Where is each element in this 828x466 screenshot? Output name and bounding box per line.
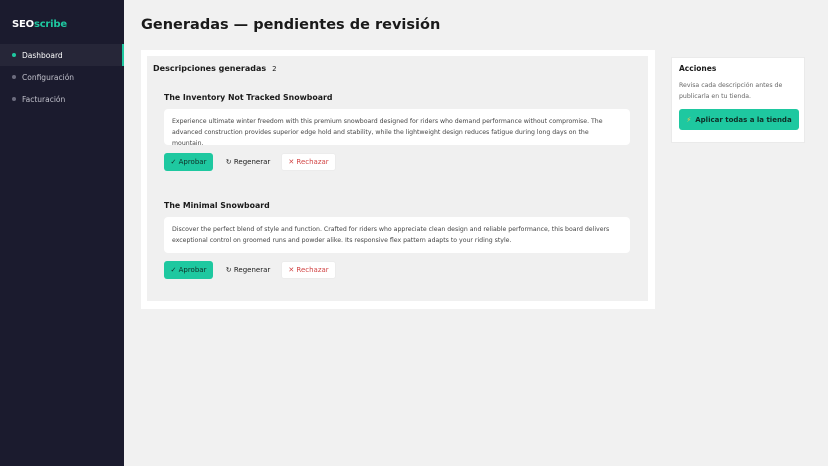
product-title: The Inventory Not Tracked Snowboard: [164, 93, 333, 102]
sidebar-item-label: Facturación: [22, 94, 66, 104]
sidebar-item-configuracion[interactable]: Configuración: [0, 66, 124, 88]
product-title: The Minimal Snowboard: [164, 201, 270, 210]
apply-all-button[interactable]: ⚡ Aplicar todas a la tienda: [679, 109, 799, 130]
logo-accent: scribe: [33, 19, 67, 30]
approve-button[interactable]: ✓ Aprobar: [164, 153, 213, 171]
reject-button[interactable]: ✕ Rechazar: [281, 153, 336, 171]
nav-dot-icon: [12, 97, 16, 101]
sidebar: SEOscribe Dashboard Configuración Factur…: [0, 0, 124, 466]
sidebar-item-facturacion[interactable]: Facturación: [0, 88, 124, 110]
actions-help-text: Revisa cada descripción antes de publica…: [679, 82, 783, 100]
logo-primary: SEO: [12, 19, 34, 30]
sidebar-item-label: Configuración: [22, 72, 75, 82]
app-logo[interactable]: SEOscribe: [12, 19, 67, 30]
regenerate-button[interactable]: ↻ Regenerar: [224, 261, 272, 279]
nav-dot-icon: [12, 53, 16, 57]
approve-button[interactable]: ✓ Aprobar: [164, 261, 213, 279]
sidebar-item-dashboard[interactable]: Dashboard: [0, 44, 124, 66]
section-title-text: Descripciones generadas: [153, 64, 267, 73]
sidebar-nav: Dashboard Configuración Facturación: [0, 44, 124, 110]
actions-title: Acciones: [679, 64, 717, 73]
description-text: Experience ultimate winter freedom with …: [164, 109, 630, 147]
apply-all-label: Aplicar todas a la tienda: [695, 115, 792, 124]
regenerate-button[interactable]: ↻ Regenerar: [224, 153, 272, 171]
page-title: Generadas — pendientes de revisión: [141, 17, 441, 33]
description-count-badge: 2: [272, 65, 277, 73]
description-text: Discover the perfect blend of style and …: [164, 217, 630, 253]
sidebar-item-label: Dashboard: [22, 50, 63, 60]
nav-dot-icon: [12, 75, 16, 79]
lightning-icon: ⚡: [686, 115, 692, 124]
section-title: Descripciones generadas 2: [153, 64, 277, 73]
reject-button[interactable]: ✕ Rechazar: [281, 261, 336, 279]
